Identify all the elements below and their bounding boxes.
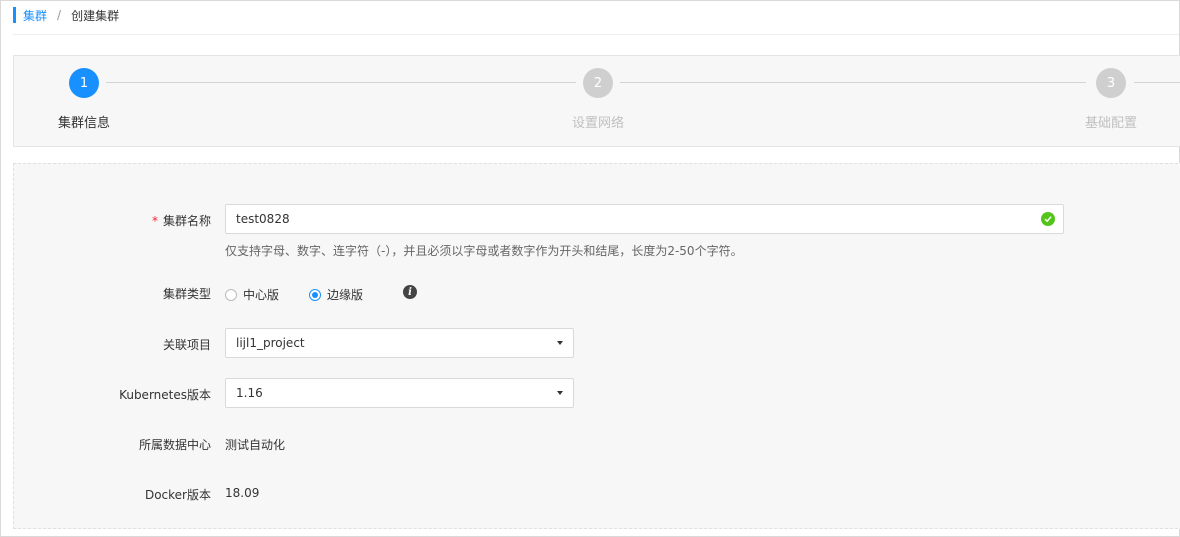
datacenter-value: 测试自动化 [225, 438, 286, 452]
step-label: 集群信息 [57, 116, 110, 131]
breadcrumb: 集群 / 创建集群 [13, 7, 119, 23]
step-connector-1 [106, 82, 576, 83]
step-number: 3 [1096, 68, 1126, 98]
breadcrumb-current: 创建集群 [71, 8, 120, 23]
cluster-name-label-text: 集群名称 [162, 214, 211, 228]
step-connector-2 [620, 82, 1086, 83]
step-number: 2 [583, 68, 613, 98]
breadcrumb-separator: / [57, 8, 62, 22]
check-circle-icon [1041, 212, 1055, 226]
radio-option-center[interactable]: 中心版 [225, 286, 279, 303]
radio-button-checked[interactable] [309, 288, 321, 301]
breadcrumb-accent-bar [13, 7, 16, 23]
step-network: 2 设置网络 [538, 68, 658, 131]
cluster-name-input[interactable] [225, 204, 1064, 234]
kubernetes-version-select[interactable]: 1.16 [225, 378, 574, 408]
step-cluster-info: 1 集群信息 [24, 68, 144, 131]
docker-version-value: 18.09 [225, 486, 260, 500]
step-label: 设置网络 [571, 116, 624, 131]
radio-button[interactable] [225, 288, 237, 301]
radio-option-edge[interactable]: 边缘版 [309, 286, 363, 303]
step-basic-config: 3 基础配置 [1051, 68, 1171, 131]
caret-down-icon [557, 391, 563, 395]
project-select-value: lijl1_project [236, 336, 305, 350]
kubernetes-version-value: 1.16 [236, 386, 263, 400]
radio-label: 中心版 [243, 288, 280, 302]
project-label: 关联项目 [162, 338, 211, 352]
cluster-type-label: 集群类型 [162, 287, 211, 301]
step-label: 基础配置 [1084, 116, 1137, 131]
breadcrumb-link-cluster[interactable]: 集群 [23, 7, 47, 24]
header-divider [13, 34, 1179, 35]
cluster-name-label: * 集群名称 [152, 212, 211, 229]
datacenter-label: 所属数据中心 [138, 438, 211, 452]
required-mark: * [151, 214, 158, 228]
kubernetes-version-label: Kubernetes版本 [119, 388, 211, 402]
radio-label: 边缘版 [327, 288, 364, 302]
step-number: 1 [69, 68, 99, 98]
info-icon[interactable]: i [403, 285, 417, 299]
steps-panel: 1 集群信息 2 设置网络 3 基础配置 [13, 55, 1180, 147]
docker-version-label: Docker版本 [144, 488, 211, 502]
cluster-name-hint: 仅支持字母、数字、连字符（-），并且必须以字母或者数字作为开头和结尾，长度为2-… [225, 244, 743, 258]
caret-down-icon [557, 341, 563, 345]
project-select[interactable]: lijl1_project [225, 328, 574, 358]
